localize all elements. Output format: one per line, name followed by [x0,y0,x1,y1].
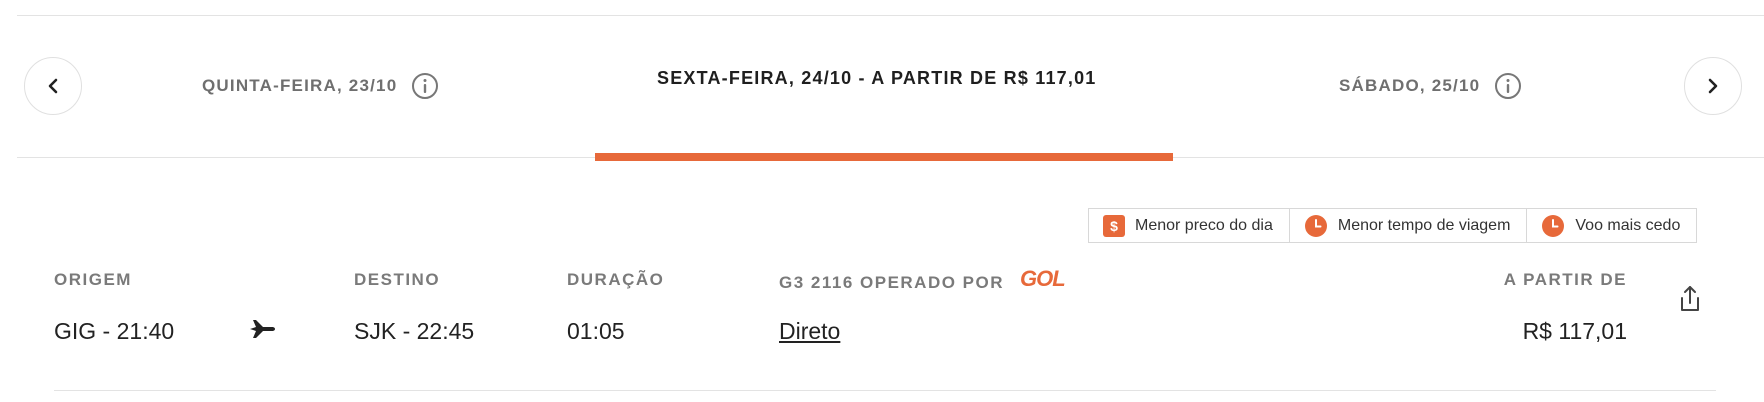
duration-label: DURAÇÃO [567,270,665,289]
airline-logo: GOL [1020,266,1066,291]
legend-label: Menor preco do dia [1135,216,1273,234]
info-icon[interactable] [411,72,439,100]
clock-icon [1541,214,1565,238]
dollar-badge-icon: $ [1103,214,1125,237]
chevron-left-icon [48,78,58,94]
date-tab-previous-label: QUINTA-FEIRA, 23/10 [202,76,398,95]
destination-label: DESTINO [354,270,441,289]
date-tab-active[interactable]: SEXTA-FEIRA, 24/10 - A PARTIR DE R$ 117,… [657,68,1097,89]
origin-label: ORIGEM [54,270,132,289]
destination-value: SJK - 22:45 [354,318,475,344]
clock-icon [1304,214,1328,238]
legend: $ Menor preco do dia Menor tempo de viag… [1088,208,1698,243]
share-icon[interactable] [1675,284,1705,314]
date-tab-previous[interactable]: QUINTA-FEIRA, 23/10 [202,72,439,100]
operated-by: G3 2116 OPERADO POR GOL [779,266,1066,296]
next-day-button[interactable] [1684,57,1742,115]
origin-value: GIG - 21:40 [54,318,175,344]
previous-day-button[interactable] [24,57,82,115]
legend-item-lowest-price: $ Menor preco do dia [1088,208,1289,243]
legend-label: Menor tempo de viagem [1337,216,1511,234]
duration-value: 01:05 [567,318,625,344]
date-tab-next-label: SÁBADO, 25/10 [1339,76,1481,95]
chevron-right-icon [1708,78,1718,94]
date-tab-next[interactable]: SÁBADO, 25/10 [1339,72,1522,100]
plane-icon [250,320,275,338]
legend-item-earliest-flight: Voo mais cedo [1526,208,1698,243]
top-divider [17,15,1764,16]
operated-by-label: G3 2116 OPERADO POR [779,273,1005,292]
price-value: R$ 117,01 [1522,318,1627,344]
info-icon[interactable] [1494,72,1522,100]
legend-label: Voo mais cedo [1575,216,1681,234]
date-tab-active-label: SEXTA-FEIRA, 24/10 - A PARTIR DE R$ 117,… [657,68,1097,88]
active-date-indicator [595,153,1173,161]
price-label: A PARTIR DE [1503,270,1627,289]
stops-link[interactable]: Direto [779,318,840,345]
row-divider [54,390,1716,391]
legend-item-shortest-time: Menor tempo de viagem [1288,208,1527,243]
